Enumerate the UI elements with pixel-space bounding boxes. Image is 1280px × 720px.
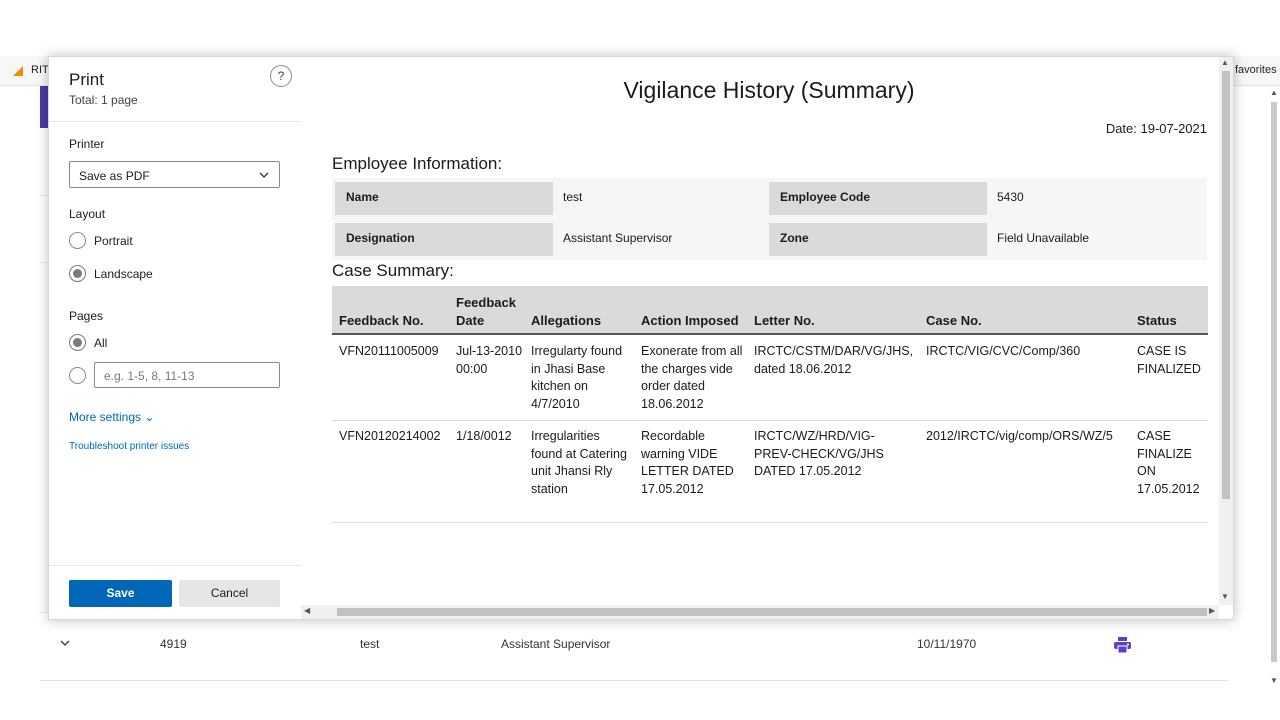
save-button[interactable]: Save [69,580,172,607]
allegations-cell: Irregularty found in Jhasi Base kitchen … [531,344,623,411]
scrollbar-thumb[interactable] [1271,102,1277,662]
bookmark-icon[interactable] [13,66,23,76]
chevron-down-icon: ⌄ [144,410,155,424]
column-header: Letter No. [754,313,815,328]
scroll-down-icon[interactable]: ▼ [1270,676,1278,685]
radio-button[interactable] [69,265,86,282]
page-range-input[interactable]: e.g. 1-5, 8, 11-13 [94,362,280,388]
report-title: Vigilance History (Summary) [623,77,915,103]
zone-value: Field Unavailable [997,231,1090,245]
employee-code-value: 5430 [997,190,1024,204]
action-cell: Exonerate from all the charges vide orde… [641,344,743,411]
preview-vertical-scrollbar[interactable]: ▲ ▼ [1219,57,1233,605]
more-settings-label: More settings [69,410,142,424]
column-header: Action Imposed [641,313,739,328]
employee-info-heading: Employee Information: [332,154,503,173]
pages-label: Pages [69,309,104,323]
more-settings-link[interactable]: More settings ⌄ [69,410,154,424]
option-label: Landscape [94,267,153,281]
scroll-up-icon[interactable]: ▲ [1221,58,1229,67]
preview-horizontal-scrollbar[interactable]: ◀ ▶ [301,605,1219,619]
designation-label: Designation [335,223,553,256]
action-cell: Recordable warning VIDE LETTER DATED 17.… [641,429,734,496]
troubleshoot-link[interactable]: Troubleshoot printer issues [69,441,189,452]
feedback-date-cell: 1/18/0012 [456,429,512,443]
scrollbar-thumb[interactable] [337,608,1207,616]
feedback-no-cell: VFN20111005009 [339,344,439,358]
name-value: test [563,190,583,204]
scroll-right-icon[interactable]: ▶ [1209,606,1215,615]
designation-cell: Assistant Supervisor [501,637,611,651]
favorites-item[interactable]: favorites [1235,64,1277,76]
date-cell: 10/11/1970 [917,637,977,651]
option-label: All [94,336,108,350]
employee-info-table: Name test Employee Code 5430 Designation… [332,178,1207,260]
radio-button[interactable] [69,232,86,249]
case-no-cell: 2012/IRCTC/vig/comp/ORS/WZ/5 [926,429,1113,443]
scrollbar-thumb[interactable] [1222,71,1230,499]
employee-code-cell: 4919 [160,637,187,651]
help-button[interactable]: ? [270,65,292,87]
divider [40,680,1228,681]
column-header: Feedback Date [456,295,516,328]
employee-code-label: Employee Code [769,182,987,215]
divider [49,121,301,122]
chevron-down-icon [259,172,269,178]
printer-value: Save as PDF [79,169,150,183]
name-label: Name [335,182,553,215]
scroll-up-icon[interactable]: ▲ [1270,88,1278,97]
app-window: RIT favorites 4919 test Assistant Superv… [0,0,1280,720]
feedback-date-cell: Jul-13-2010 00:00 [456,344,523,376]
print-preview[interactable]: Vigilance History (Summary) Date: 19-07-… [301,57,1219,605]
status-cell: CASE FINALIZE ON 17.05.2012 [1137,429,1200,496]
cancel-button[interactable]: Cancel [179,580,280,607]
print-dialog: Print Total: 1 page ? Printer Save as PD… [48,56,1234,620]
allegations-cell: Irregularities found at Catering unit Jh… [531,429,627,496]
letter-no-cell: IRCTC/CSTM/DAR/VG/JHS, dated 18.06.2012 [754,344,914,376]
radio-button[interactable] [69,367,86,384]
radio-button[interactable] [69,334,86,351]
table-row: VFN20111005009 Jul-13-2010 00:00 Irregul… [332,337,1208,421]
dialog-title: Print [69,70,104,89]
layout-label: Layout [69,207,106,221]
printer-label: Printer [69,137,105,151]
divider [49,565,301,566]
column-header: Feedback No. [339,313,424,328]
table-row: 4919 test Assistant Supervisor 10/11/197… [40,630,1228,660]
zone-label: Zone [769,223,987,256]
name-cell: test [360,637,380,651]
column-header: Status [1137,313,1177,328]
scroll-left-icon[interactable]: ◀ [304,606,310,615]
scroll-down-icon[interactable]: ▼ [1221,592,1229,601]
designation-value: Assistant Supervisor [563,231,673,245]
printer-select[interactable]: Save as PDF [69,161,280,188]
printer-icon[interactable] [1114,637,1131,653]
column-header: Case No. [926,313,982,328]
case-no-cell: IRCTC/VIG/CVC/Comp/360 [926,344,1081,358]
feedback-no-cell: VFN20120214002 [339,429,441,443]
column-header: Allegations [531,313,602,328]
table-header: Feedback No. Feedback Date Allegations A… [332,286,1208,335]
page-scrollbar[interactable]: ▲ ▼ [1268,86,1280,686]
table-row: VFN20120214002 1/18/0012 Irregularities … [332,421,1208,523]
letter-no-cell: IRCTC/WZ/HRD/VIG-PREV-CHECK/VG/JHS DATED… [754,429,884,478]
report-date: Date: 19-07-2021 [1105,121,1207,136]
bookmark-item[interactable]: RIT [31,64,49,76]
status-cell: CASE IS FINALIZED [1137,344,1201,376]
case-summary-heading: Case Summary: [332,261,454,280]
option-label: Portrait [94,234,133,248]
print-settings-panel: Print Total: 1 page ? Printer Save as PD… [49,57,301,619]
page-count: Total: 1 page [69,93,138,107]
